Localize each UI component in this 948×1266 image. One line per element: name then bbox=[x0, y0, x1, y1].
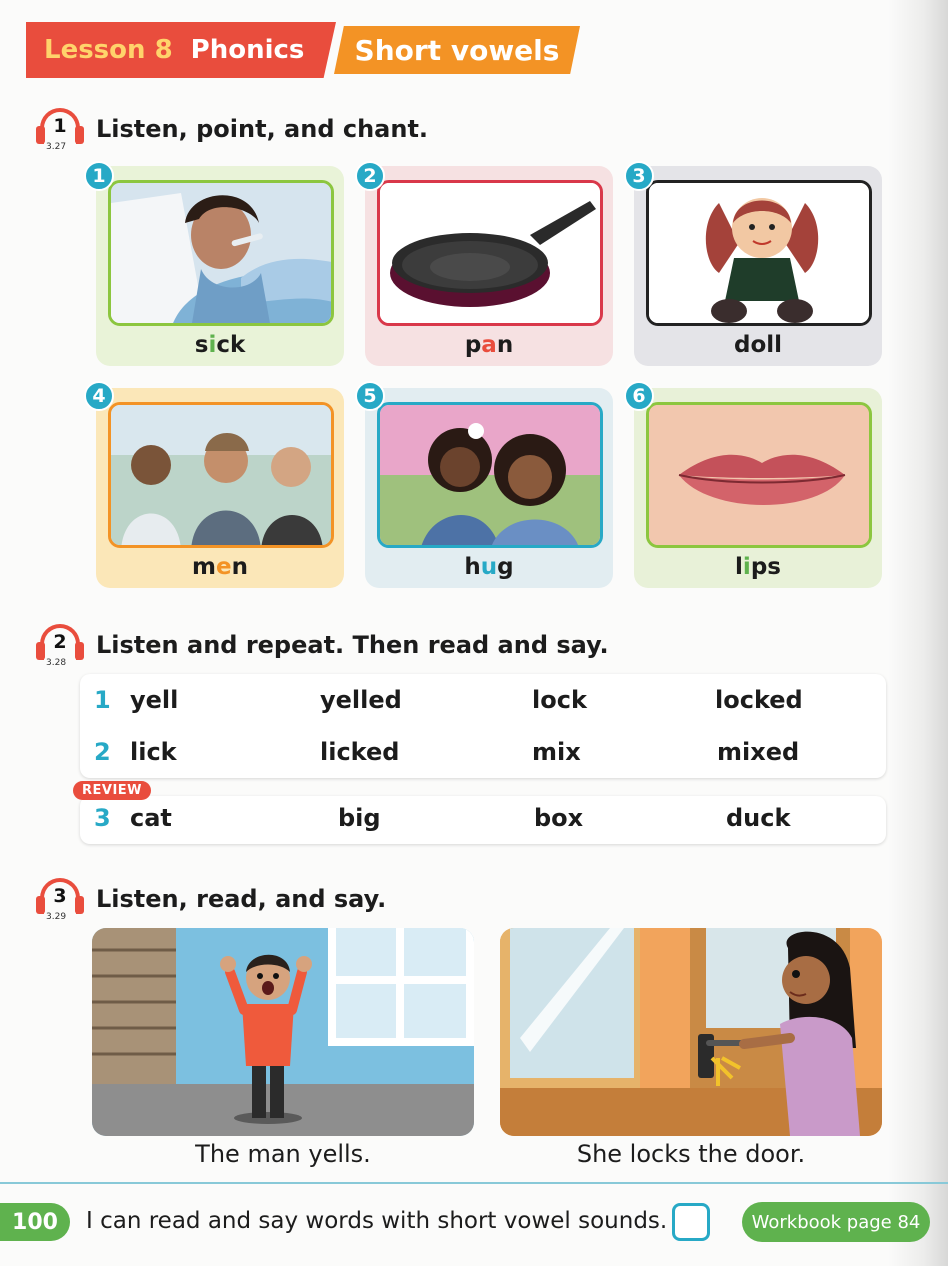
review-badge: REVIEW bbox=[73, 781, 152, 800]
lesson-banner: Lesson 8 Phonics bbox=[26, 22, 336, 78]
word-cell: mixed bbox=[717, 738, 800, 766]
item-number-badge: 4 bbox=[84, 381, 114, 411]
scene-she-locks-door bbox=[500, 928, 882, 1136]
caption-man-yells: The man yells. bbox=[195, 1140, 371, 1168]
picture-card-men[interactable]: men bbox=[96, 388, 344, 588]
lesson-section: Phonics bbox=[190, 35, 305, 65]
men-photo bbox=[108, 402, 334, 548]
lesson-number: Lesson 8 bbox=[44, 35, 173, 65]
audio-track-icon[interactable]: 1 3.27 bbox=[36, 106, 84, 152]
sick-photo bbox=[108, 180, 334, 326]
page-number: 100 bbox=[0, 1203, 70, 1241]
review-word-table: 3 cat big box duck bbox=[80, 796, 886, 844]
activity-1-title: Listen, point, and chant. bbox=[96, 115, 429, 143]
activity-3-title: Listen, read, and say. bbox=[96, 885, 387, 913]
page-edge-shadow bbox=[888, 0, 948, 1266]
lips-photo bbox=[646, 402, 872, 548]
workbook-page-link[interactable]: Workbook page 84 bbox=[742, 1202, 930, 1242]
footer-divider bbox=[0, 1182, 948, 1184]
word-cell: lick bbox=[130, 738, 177, 766]
audio-track-icon[interactable]: 2 3.28 bbox=[36, 622, 84, 668]
lesson-header: Lesson 8 Phonics Short vowels bbox=[26, 22, 580, 78]
doll-photo bbox=[646, 180, 872, 326]
word-cell: yell bbox=[130, 686, 179, 714]
picture-card-hug[interactable]: hug bbox=[365, 388, 613, 588]
word-men: men bbox=[192, 554, 248, 580]
word-cell: licked bbox=[320, 738, 400, 766]
scene-man-yells bbox=[92, 928, 474, 1136]
word-cell: lock bbox=[532, 686, 587, 714]
word-cell: yelled bbox=[320, 686, 402, 714]
word-cell: big bbox=[338, 804, 381, 832]
word-cell: box bbox=[534, 804, 584, 832]
word-pan: pan bbox=[464, 332, 514, 358]
activity-3-header: 3 3.29 Listen, read, and say. bbox=[36, 876, 386, 922]
activity-2-title: Listen and repeat. Then read and say. bbox=[96, 631, 609, 659]
item-number-badge: 2 bbox=[355, 161, 385, 191]
word-cell: duck bbox=[726, 804, 791, 832]
word-cell: cat bbox=[130, 804, 172, 832]
lesson-topic: Short vowels bbox=[334, 26, 580, 74]
item-number-badge: 5 bbox=[355, 381, 385, 411]
word-row: 2 lick licked mix mixed bbox=[94, 738, 800, 766]
can-do-statement: I can read and say words with short vowe… bbox=[86, 1208, 668, 1234]
word-list-table: 1 yell yelled lock locked 2 lick licked … bbox=[80, 674, 886, 778]
word-row: 3 cat big box duck bbox=[94, 804, 791, 832]
picture-card-doll[interactable]: doll bbox=[634, 166, 882, 366]
word-doll: doll bbox=[733, 332, 783, 358]
item-number-badge: 1 bbox=[84, 161, 114, 191]
caption-she-locks-door: She locks the door. bbox=[576, 1140, 806, 1168]
word-cell: mix bbox=[532, 738, 581, 766]
activity-2-header: 2 3.28 Listen and repeat. Then read and … bbox=[36, 622, 609, 668]
word-cell: locked bbox=[715, 686, 803, 714]
item-number-badge: 6 bbox=[624, 381, 654, 411]
audio-track-icon[interactable]: 3 3.29 bbox=[36, 876, 84, 922]
word-row: 1 yell yelled lock locked bbox=[94, 686, 803, 714]
picture-card-pan[interactable]: pan bbox=[365, 166, 613, 366]
picture-card-sick[interactable]: sick bbox=[96, 166, 344, 366]
pan-photo bbox=[377, 180, 603, 326]
word-lips: lips bbox=[735, 554, 781, 580]
item-number-badge: 3 bbox=[624, 161, 654, 191]
self-assessment-checkbox[interactable] bbox=[672, 1203, 710, 1241]
word-hug: hug bbox=[464, 554, 514, 580]
hug-photo bbox=[377, 402, 603, 548]
word-sick: sick bbox=[194, 332, 246, 358]
picture-card-lips[interactable]: lips bbox=[634, 388, 882, 588]
activity-1-header: 1 3.27 Listen, point, and chant. bbox=[36, 106, 428, 152]
